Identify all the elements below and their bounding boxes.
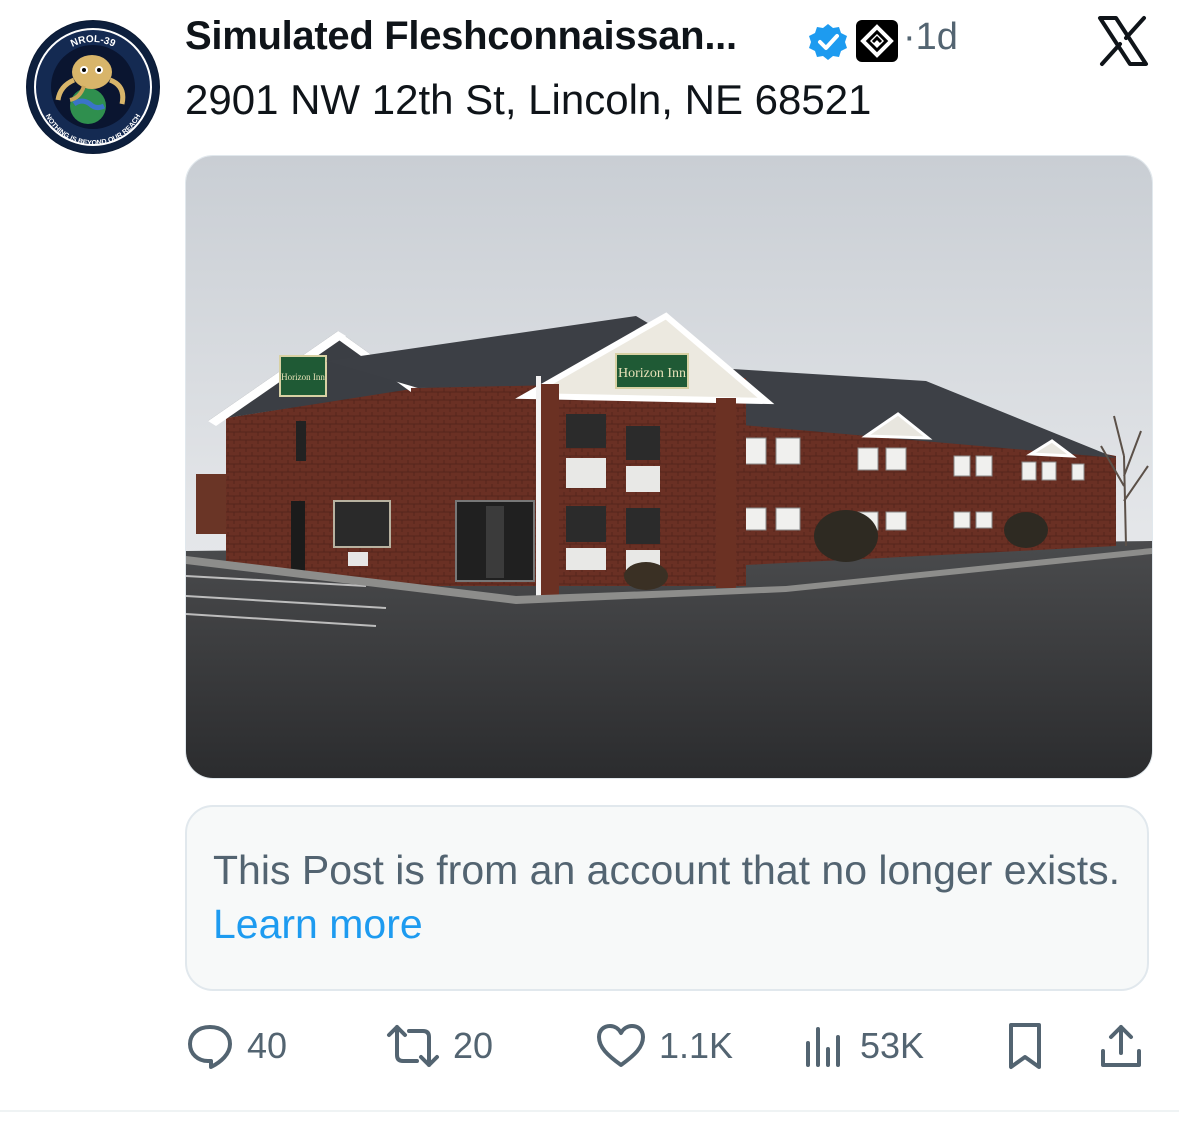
learn-more-link[interactable]: Learn more [213, 901, 423, 947]
repost-icon [387, 1025, 439, 1067]
entrance-sign-text: Horizon Inn [618, 366, 686, 381]
views-button[interactable]: 53K [800, 1016, 924, 1076]
repost-count: 20 [453, 1025, 494, 1066]
post-actions: 40 20 1.1K 53K [185, 1016, 1151, 1076]
post-text: 2901 NW 12th St, Lincoln, NE 68521 [185, 76, 872, 123]
reply-button[interactable]: 40 [185, 1016, 287, 1076]
share-button[interactable] [1097, 1016, 1145, 1076]
divider [0, 1110, 1179, 1112]
views-count: 53K [860, 1025, 925, 1066]
bookmark-button[interactable] [1003, 1016, 1047, 1076]
post-image[interactable]: Horizon Inn Horizon Inn [185, 155, 1153, 779]
reply-count: 40 [247, 1025, 288, 1066]
bookmark-icon [1009, 1023, 1041, 1069]
affiliate-badge-icon[interactable] [856, 20, 898, 62]
post-timestamp[interactable]: ·1d [903, 16, 958, 59]
notice-message: This Post is from an account that no lon… [213, 847, 1120, 893]
side-sign-text: Horizon Inn [281, 372, 325, 382]
share-icon [1101, 1025, 1141, 1067]
verified-badge-icon[interactable] [808, 22, 848, 62]
reply-icon [188, 1025, 232, 1069]
x-logo-icon[interactable] [1096, 14, 1150, 68]
repost-button[interactable]: 20 [385, 1016, 493, 1076]
views-icon [806, 1027, 840, 1067]
deleted-account-notice: This Post is from an account that no lon… [185, 805, 1149, 991]
like-icon [597, 1024, 645, 1067]
like-count: 1.1K [659, 1025, 734, 1066]
display-name[interactable]: Simulated Fleshconnaissan... [185, 14, 737, 59]
timestamp-separator: · [903, 16, 916, 58]
like-button[interactable]: 1.1K [595, 1016, 733, 1076]
avatar[interactable]: NROL-39 NOTHING IS BEYOND OUR REACH [26, 20, 160, 154]
timestamp-value: 1d [915, 16, 958, 58]
